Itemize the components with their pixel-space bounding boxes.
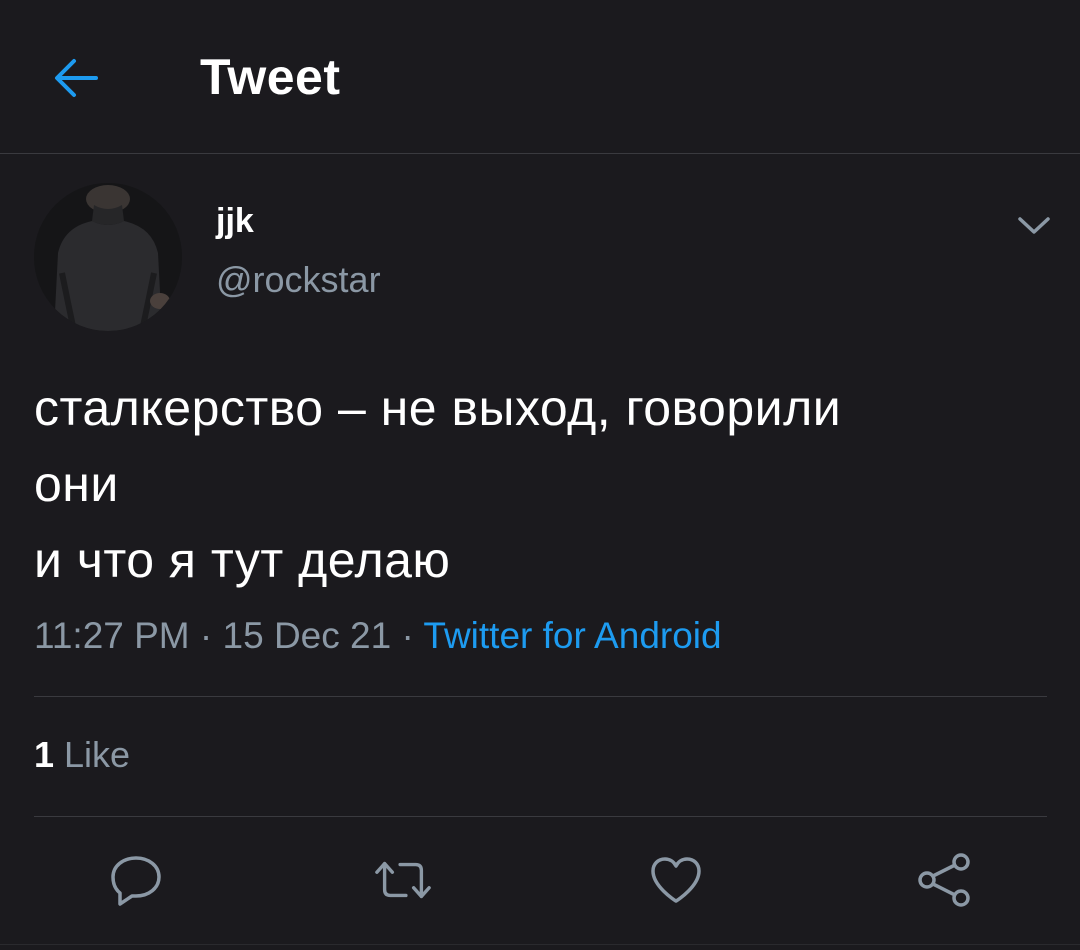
retweet-button[interactable]	[373, 852, 433, 908]
page-title: Tweet	[200, 49, 341, 105]
divider	[34, 696, 1047, 697]
like-button[interactable]	[646, 852, 706, 908]
likes-label: Like	[64, 734, 131, 775]
share-icon	[918, 853, 970, 907]
tweet-text-line: они	[34, 456, 119, 512]
meta-separator: ·	[189, 615, 223, 656]
retweet-icon	[375, 861, 431, 899]
divider	[34, 816, 1047, 817]
top-app-bar: Tweet	[0, 0, 1080, 154]
meta-separator: ·	[391, 615, 424, 656]
tweet-source-link[interactable]: Twitter for Android	[423, 615, 721, 656]
tweet-menu-button[interactable]	[1012, 208, 1056, 244]
back-button[interactable]	[48, 52, 104, 104]
avatar[interactable]	[34, 183, 182, 331]
reply-button[interactable]	[106, 852, 166, 908]
arrow-left-icon	[55, 59, 98, 97]
author-handle[interactable]: @rockstar	[216, 258, 381, 302]
author-display-name[interactable]: jjk	[216, 200, 254, 242]
tweet-text-line: и что я тут делаю	[34, 532, 451, 588]
tweet-text-line: сталкерство – не выход, говорили	[34, 380, 842, 436]
heart-icon	[651, 857, 701, 903]
tweet-time: 11:27 PM	[34, 615, 190, 656]
avatar-image	[34, 183, 182, 331]
tweet-text: сталкерство – не выход, говорили они и ч…	[34, 370, 1044, 598]
share-button[interactable]	[914, 852, 974, 908]
likes-count: 1	[34, 734, 55, 775]
chevron-down-icon	[1018, 217, 1050, 234]
tweet-date: 15 Dec 21	[222, 615, 392, 656]
bottom-divider	[0, 944, 1080, 945]
reply-icon	[111, 856, 161, 906]
tweet-meta: 11:27 PM · 15 Dec 21 · Twitter for Andro…	[34, 612, 722, 660]
likes-stat[interactable]: 1 Like	[34, 733, 130, 777]
